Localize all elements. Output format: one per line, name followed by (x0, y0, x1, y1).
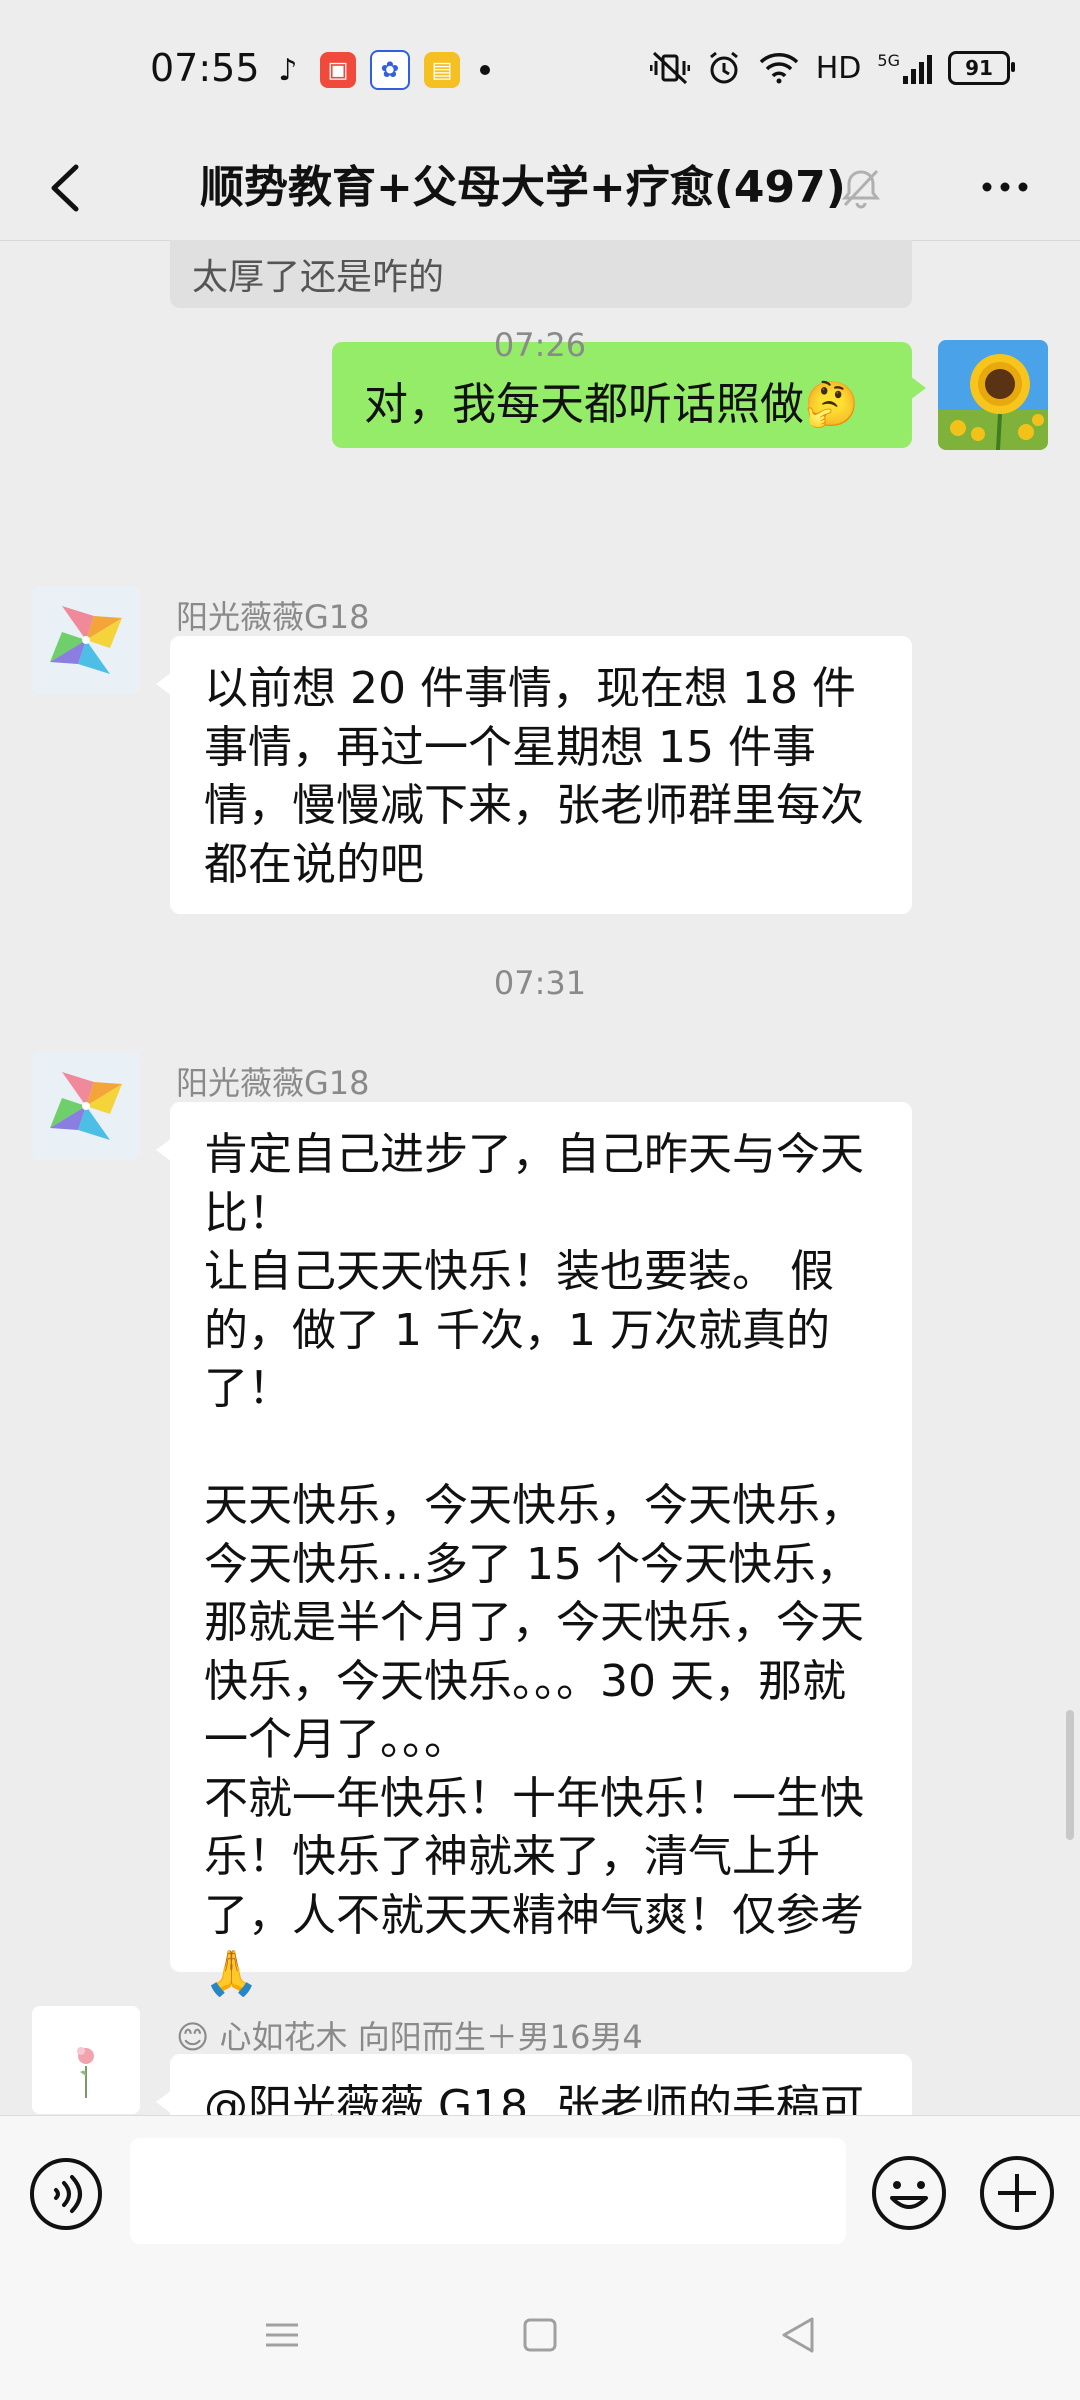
sender-name: 😊 心如花木 向阳而生＋男16男4 (176, 2018, 643, 2056)
previous-message-bubble[interactable]: 太厚了还是咋的 (170, 240, 912, 308)
status-indicators: HD 5G 91 (649, 50, 1015, 86)
sender-avatar[interactable] (32, 1052, 140, 1160)
message-bubble[interactable]: @阳光薇薇 G18 张老师的手稿可 (156, 2054, 912, 2115)
voice-icon[interactable] (26, 2154, 106, 2234)
battery-indicator: 91 (948, 51, 1015, 85)
sender-avatar[interactable] (32, 2006, 140, 2114)
home-icon[interactable] (520, 2315, 560, 2355)
sender-name: 阳光薇薇G18 (176, 1064, 370, 1102)
notes-icon: ▤ (424, 52, 460, 88)
system-nav-bar (0, 2275, 1080, 2400)
sender-avatar[interactable] (32, 586, 140, 694)
status-bar: 07:55 ♪ ▣ ✿ ▤ HD 5G 91 (0, 0, 1080, 135)
chat-header: 顺势教育+父母大学+疗愈(497) (0, 135, 1080, 241)
more-dots-icon[interactable] (970, 157, 1040, 217)
back-icon[interactable] (776, 2313, 820, 2357)
pinwheel-avatar-image (32, 1052, 140, 1160)
pinwheel-avatar-image (32, 586, 140, 694)
sender-name: 阳光薇薇G18 (176, 598, 370, 636)
signal-strength: 5G (877, 51, 932, 84)
flower-avatar-image (32, 2006, 140, 2114)
alarm-icon (709, 51, 738, 84)
input-bar (0, 2115, 1080, 2276)
menu-icon[interactable] (262, 2315, 302, 2355)
kuaishou-icon: ▣ (320, 52, 356, 88)
emoji-icon[interactable] (868, 2152, 950, 2234)
wifi-icon (759, 53, 798, 84)
scrollbar[interactable] (1066, 1710, 1074, 1840)
network-type: HD (815, 50, 862, 86)
previous-message-text: 太厚了还是咋的 (192, 257, 445, 298)
notification-icons: ♪ ▣ ✿ ▤ (270, 50, 490, 90)
chat-messages[interactable]: 太厚了还是咋的 对，我每天都听话照做🤔 07:26 阳光薇薇G18 以前想 20… (0, 240, 1080, 2115)
baidu-icon: ✿ (370, 50, 410, 90)
status-time: 07:55 (150, 46, 260, 90)
chat-title: 顺势教育+父母大学+疗愈(497) (200, 162, 846, 213)
more-notifications-dot (480, 65, 490, 75)
vibrate-muted-icon (649, 51, 690, 85)
my-message-text: 对，我每天都听话照做🤔 (364, 379, 859, 430)
tiktok-icon: ♪ (278, 52, 298, 88)
plus-icon[interactable] (976, 2152, 1058, 2234)
timestamp: 07:26 (493, 326, 587, 364)
message-input[interactable] (130, 2138, 846, 2244)
timestamp: 07:31 (493, 964, 587, 1002)
bell-muted-icon (841, 169, 881, 209)
message-bubble[interactable]: 肯定自己进步了，自己昨天与今天比！ 让自己天天快乐！装也要装。 假的，做了 1 … (156, 1102, 912, 1999)
back-chevron-icon[interactable] (30, 153, 100, 223)
signal-label: 5G (877, 51, 900, 70)
message-bubble[interactable]: 以前想 20 件事情，现在想 18 件事情，再过一个星期想 15 件事情，慢慢减… (156, 636, 912, 914)
